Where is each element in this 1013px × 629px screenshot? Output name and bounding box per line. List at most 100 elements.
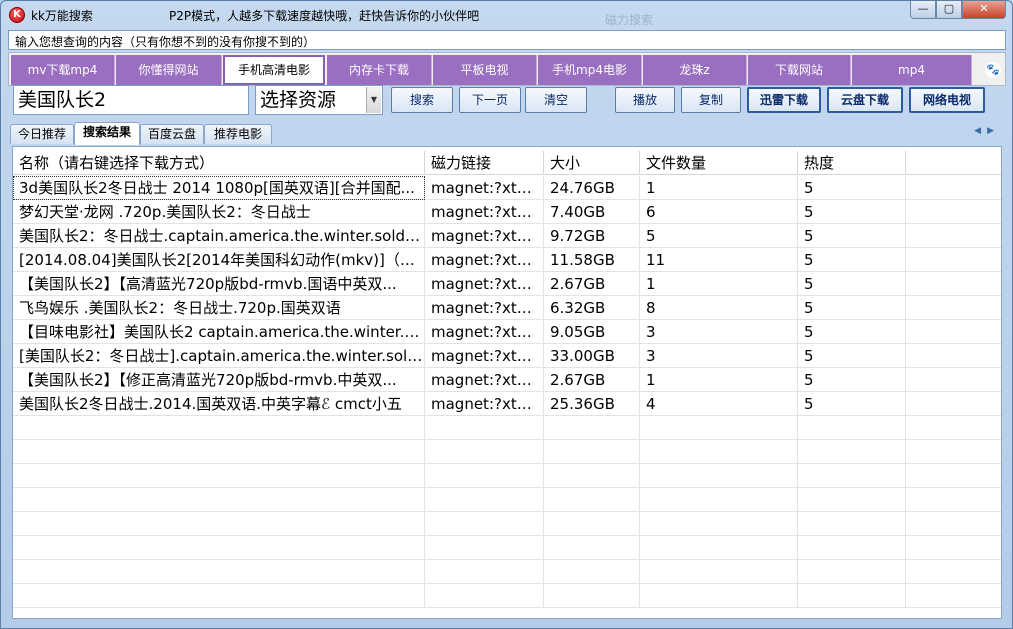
table-row[interactable]: [2014.08.04]美国队长2[2014年美国科幻动作(mkv)]（帝...…: [13, 248, 1001, 272]
column-header[interactable]: 热度: [798, 151, 906, 175]
table-cell: [425, 584, 544, 608]
tab-item[interactable]: 百度云盘: [140, 124, 204, 144]
category-tab[interactable]: mv下载mp4: [11, 55, 115, 85]
table-cell: 3d美国队长2冬日战士 2014 1080p[国英双语][合并国配...: [13, 176, 425, 200]
table-cell: [640, 416, 798, 440]
table-cell: [798, 464, 906, 488]
table-cell: magnet:?xt=...: [425, 344, 544, 368]
table-cell: [640, 464, 798, 488]
column-header-filler: [906, 151, 1001, 175]
table-row[interactable]: 【美国队长2】【高清蓝光720p版bd-rmvb.国语中英双... magnet:…: [13, 272, 1001, 296]
table-cell: [798, 512, 906, 536]
table-row[interactable]: 飞鸟娱乐 .美国队长2：冬日战士.720p.国英双语 magnet:?xt=...…: [13, 296, 1001, 320]
table-cell: [906, 416, 1001, 440]
column-header[interactable]: 文件数量: [640, 151, 798, 175]
column-header[interactable]: 磁力链接: [425, 151, 544, 175]
table-cell: [798, 488, 906, 512]
table-cell: [906, 560, 1001, 584]
category-tab[interactable]: 龙珠z: [643, 55, 747, 85]
table-cell: [544, 464, 640, 488]
table-cell: 2.67GB: [544, 272, 640, 296]
table-cell: 4: [640, 392, 798, 416]
cloud-download-button[interactable]: 云盘下载: [827, 87, 903, 113]
table-row[interactable]: 美国队长2：冬日战士.captain.america.the.winter.so…: [13, 224, 1001, 248]
table-cell: 11.58GB: [544, 248, 640, 272]
table-cell: magnet:?xt=...: [425, 296, 544, 320]
close-button[interactable]: ✕: [962, 1, 1006, 19]
table-cell: [544, 488, 640, 512]
table-cell: [798, 440, 906, 464]
category-tab[interactable]: mp4: [852, 55, 972, 85]
category-tab[interactable]: 你懂得网站: [116, 55, 222, 85]
table-cell: [906, 488, 1001, 512]
table-cell: magnet:?xt=...: [425, 224, 544, 248]
table-cell: 9.72GB: [544, 224, 640, 248]
category-tab[interactable]: 平板电视: [433, 55, 537, 85]
table-row[interactable]: 梦幻天堂·龙网 .720p.美国队长2：冬日战士 magnet:?xt=... 7.…: [13, 200, 1001, 224]
table-cell: [798, 560, 906, 584]
table-cell: 5: [798, 176, 906, 200]
table-row[interactable]: 【美国队长2】【修正高清蓝光720p版bd-rmvb.中英双... magnet:…: [13, 368, 1001, 392]
play-button[interactable]: 播放: [615, 87, 675, 113]
table-cell: [906, 224, 1001, 248]
table-cell: 5: [798, 368, 906, 392]
table-cell: [544, 560, 640, 584]
table-cell: [美国队长2：冬日战士].captain.america.the.winter.…: [13, 344, 425, 368]
table-cell: [13, 512, 425, 536]
chevron-down-icon[interactable]: ▼: [366, 87, 381, 113]
table-row[interactable]: 美国队长2冬日战士.2014.国英双语.中英字幕ℰ cmct小五 magnet:?…: [13, 392, 1001, 416]
copy-button[interactable]: 复制: [681, 87, 741, 113]
table-row[interactable]: 【目味电影社】美国队长2 captain.america.the.winter.…: [13, 320, 1001, 344]
table-row: [13, 584, 1001, 608]
table-cell: [640, 584, 798, 608]
table-cell: [640, 488, 798, 512]
search-input[interactable]: 美国队长2: [13, 85, 249, 115]
table-cell: [906, 536, 1001, 560]
next-page-button[interactable]: 下一页: [459, 87, 521, 113]
table-cell: [906, 248, 1001, 272]
table-cell: [906, 320, 1001, 344]
table-row[interactable]: 3d美国队长2冬日战士 2014 1080p[国英双语][合并国配... magn…: [13, 176, 1001, 200]
table-cell: 6: [640, 200, 798, 224]
clear-button[interactable]: 清空: [525, 87, 587, 113]
tab-item[interactable]: 今日推荐: [10, 124, 74, 144]
table-cell: 飞鸟娱乐 .美国队长2：冬日战士.720p.国英双语: [13, 296, 425, 320]
table-cell: [13, 488, 425, 512]
column-header[interactable]: 名称（请右键选择下载方式）: [13, 151, 425, 175]
table-cell: 7.40GB: [544, 200, 640, 224]
column-header[interactable]: 大小: [544, 151, 640, 175]
tab-item[interactable]: 搜索结果: [74, 122, 140, 145]
table-cell: [425, 440, 544, 464]
table-row[interactable]: [美国队长2：冬日战士].captain.america.the.winter.…: [13, 344, 1001, 368]
category-tab[interactable]: 下载网站: [748, 55, 851, 85]
table-cell: [640, 512, 798, 536]
source-select[interactable]: 选择资源 ▼: [255, 85, 383, 115]
table-cell: 1: [640, 272, 798, 296]
table-cell: [640, 536, 798, 560]
table-cell: [906, 200, 1001, 224]
table-cell: magnet:?xt=...: [425, 176, 544, 200]
table-cell: [425, 464, 544, 488]
paw-icon[interactable]: 🐾: [985, 62, 1001, 78]
search-button[interactable]: 搜索: [391, 87, 453, 113]
xunlei-download-button[interactable]: 迅雷下载: [747, 87, 821, 113]
table-row: [13, 536, 1001, 560]
table-cell: [13, 464, 425, 488]
table-cell: [425, 488, 544, 512]
network-tv-button[interactable]: 网络电视: [909, 87, 985, 113]
table-cell: 24.76GB: [544, 176, 640, 200]
tab-item[interactable]: 推荐电影: [204, 124, 272, 144]
table-cell: magnet:?xt=...: [425, 272, 544, 296]
table-cell: [544, 512, 640, 536]
table-cell: 5: [798, 296, 906, 320]
category-tab[interactable]: 内存卡下载: [327, 55, 432, 85]
category-tab[interactable]: 手机mp4电影: [538, 55, 642, 85]
table-cell: [2014.08.04]美国队长2[2014年美国科幻动作(mkv)]（帝...: [13, 248, 425, 272]
table-cell: [425, 560, 544, 584]
table-cell: [544, 440, 640, 464]
maximize-button[interactable]: ▢: [936, 1, 962, 19]
table-cell: 5: [798, 344, 906, 368]
minimize-button[interactable]: —: [910, 1, 936, 19]
category-tab[interactable]: 手机高清电影: [223, 55, 325, 85]
tab-scroll-arrows-icon[interactable]: ◀▶: [974, 126, 1000, 136]
